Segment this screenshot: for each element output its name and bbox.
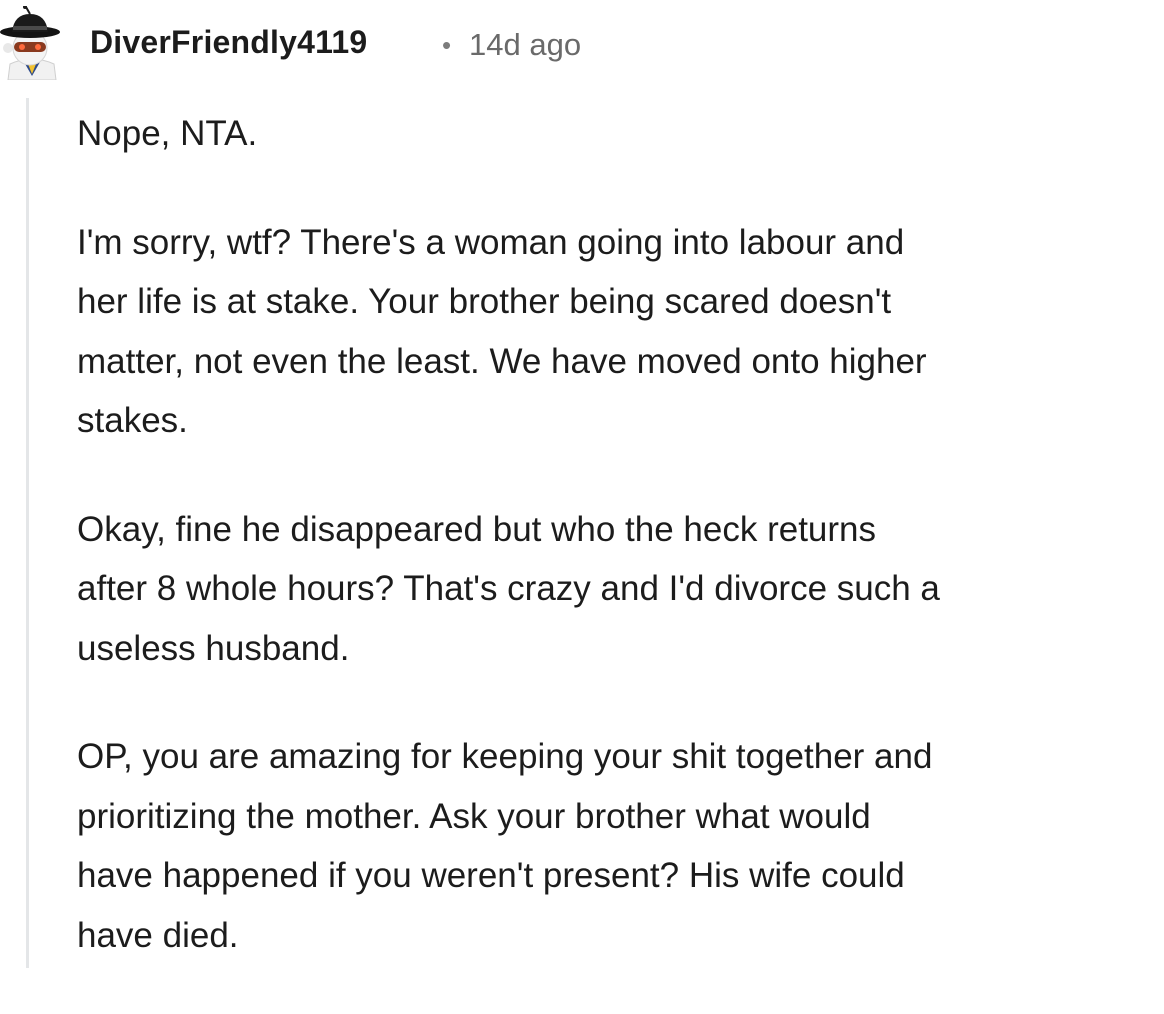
comment-line: useless husband. <box>77 628 350 668</box>
comment-line: have happened if you weren't present? Hi… <box>77 856 905 895</box>
comment-line: Nope, NTA. <box>77 114 258 153</box>
comment-paragraph: I'm sorry, wtf? There's a woman going in… <box>77 213 1164 451</box>
comment-paragraph: Nope, NTA. <box>77 104 1164 164</box>
comment-paragraph: OP, you are amazing for keeping your shi… <box>77 727 1164 965</box>
comment-timestamp[interactable]: 14d ago <box>469 27 581 63</box>
comment-line: prioritizing the mother. Ask your brothe… <box>77 796 871 836</box>
comment-line: her life is at stake. Your brother being… <box>77 282 892 321</box>
meta-separator: • <box>442 30 452 60</box>
comment-paragraph: Okay, fine he disappeared but who the he… <box>77 500 1164 679</box>
thread-collapse-line[interactable] <box>26 98 29 968</box>
comment-line: after 8 whole hours? That's crazy and I'… <box>77 569 940 608</box>
comment-line: OP, you are amazing for keeping your shi… <box>77 737 933 776</box>
comment-author[interactable]: DiverFriendly4119 <box>90 24 367 61</box>
comment-line: stakes. <box>77 401 188 440</box>
snoo-avatar-with-hat-icon <box>0 5 60 81</box>
comment-header: DiverFriendly4119 • 14d ago <box>0 0 1164 90</box>
comment: DiverFriendly4119 • 14d ago Nope, NTA. I… <box>0 0 1164 968</box>
comment-line: Okay, fine he disappeared but who the he… <box>77 509 877 549</box>
user-avatar[interactable] <box>0 5 64 81</box>
comment-line: have died. <box>77 915 239 955</box>
comment-line: I'm sorry, wtf? There's a woman going in… <box>77 222 905 262</box>
comment-body: Nope, NTA. I'm sorry, wtf? There's a wom… <box>77 104 1164 1014</box>
comment-line: matter, not even the least. We have move… <box>77 341 927 381</box>
